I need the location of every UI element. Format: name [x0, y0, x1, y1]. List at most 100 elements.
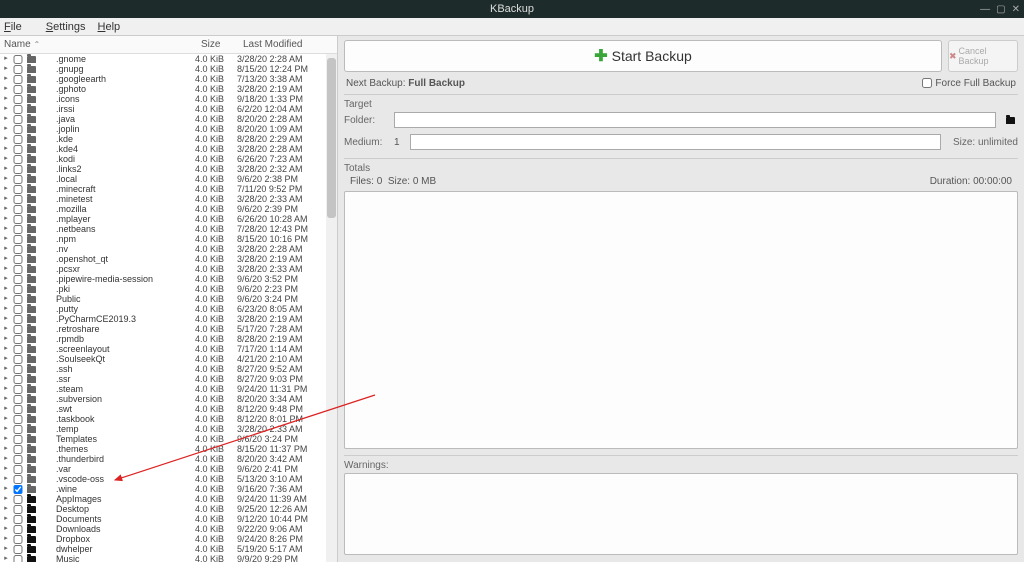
row-checkbox[interactable]	[13, 395, 23, 404]
expand-icon[interactable]: ▸	[2, 164, 10, 174]
tree-row[interactable]: ▸Downloads4.0 KiB9/22/20 9:06 AM	[0, 524, 337, 534]
row-checkbox[interactable]	[13, 415, 23, 424]
row-checkbox[interactable]	[13, 85, 23, 94]
tree-row[interactable]: ▸.gnupg4.0 KiB8/15/20 12:24 PM	[0, 64, 337, 74]
row-checkbox[interactable]	[13, 155, 23, 164]
row-checkbox[interactable]	[13, 535, 23, 544]
tree-row[interactable]: ▸.retroshare4.0 KiB5/17/20 7:28 AM	[0, 324, 337, 334]
row-checkbox[interactable]	[13, 315, 23, 324]
tree-row[interactable]: ▸.vscode-oss4.0 KiB5/13/20 3:10 AM	[0, 474, 337, 484]
tree-row[interactable]: ▸.local4.0 KiB9/6/20 2:38 PM	[0, 174, 337, 184]
tree-row[interactable]: ▸.joplin4.0 KiB8/20/20 1:09 AM	[0, 124, 337, 134]
expand-icon[interactable]: ▸	[2, 254, 10, 264]
expand-icon[interactable]: ▸	[2, 54, 10, 64]
expand-icon[interactable]: ▸	[2, 514, 10, 524]
tree-row[interactable]: ▸Desktop4.0 KiB9/25/20 12:26 AM	[0, 504, 337, 514]
row-checkbox[interactable]	[13, 75, 23, 84]
tree-row[interactable]: ▸.steam4.0 KiB9/24/20 11:31 PM	[0, 384, 337, 394]
row-checkbox[interactable]	[13, 375, 23, 384]
tree-row[interactable]: ▸dwhelper4.0 KiB5/19/20 5:17 AM	[0, 544, 337, 554]
expand-icon[interactable]: ▸	[2, 64, 10, 74]
expand-icon[interactable]: ▸	[2, 294, 10, 304]
row-checkbox[interactable]	[13, 515, 23, 524]
tree-row[interactable]: ▸Public4.0 KiB9/6/20 3:24 PM	[0, 294, 337, 304]
row-checkbox[interactable]	[13, 495, 23, 504]
expand-icon[interactable]: ▸	[2, 344, 10, 354]
tree-row[interactable]: ▸.minecraft4.0 KiB7/11/20 9:52 PM	[0, 184, 337, 194]
tree-row[interactable]: ▸.pcsxr4.0 KiB3/28/20 2:33 AM	[0, 264, 337, 274]
force-full-backup-input[interactable]	[922, 78, 932, 88]
tree-row[interactable]: ▸.kde4.0 KiB8/28/20 2:29 AM	[0, 134, 337, 144]
expand-icon[interactable]: ▸	[2, 324, 10, 334]
tree-row[interactable]: ▸.thunderbird4.0 KiB8/20/20 3:42 AM	[0, 454, 337, 464]
row-checkbox[interactable]	[13, 55, 23, 64]
row-checkbox[interactable]	[13, 405, 23, 414]
row-checkbox[interactable]	[13, 465, 23, 474]
tree-row[interactable]: ▸.SoulseekQt4.0 KiB4/21/20 2:10 AM	[0, 354, 337, 364]
row-checkbox[interactable]	[13, 435, 23, 444]
row-checkbox[interactable]	[13, 475, 23, 484]
col-size[interactable]: Size	[197, 39, 239, 50]
tree-row[interactable]: ▸.java4.0 KiB8/20/20 2:28 AM	[0, 114, 337, 124]
row-checkbox[interactable]	[13, 345, 23, 354]
tree-body[interactable]: ▸.gnome4.0 KiB3/28/20 2:28 AM▸.gnupg4.0 …	[0, 54, 337, 562]
tree-row[interactable]: ▸.rpmdb4.0 KiB8/28/20 2:19 AM	[0, 334, 337, 344]
row-checkbox[interactable]	[13, 485, 23, 494]
expand-icon[interactable]: ▸	[2, 554, 10, 562]
row-checkbox[interactable]	[13, 185, 23, 194]
tree-row[interactable]: ▸.screenlayout4.0 KiB7/17/20 1:14 AM	[0, 344, 337, 354]
scrollbar[interactable]	[326, 54, 337, 562]
expand-icon[interactable]: ▸	[2, 194, 10, 204]
row-checkbox[interactable]	[13, 125, 23, 134]
tree-row[interactable]: ▸.themes4.0 KiB8/15/20 11:37 PM	[0, 444, 337, 454]
tree-row[interactable]: ▸Dropbox4.0 KiB9/24/20 8:26 PM	[0, 534, 337, 544]
expand-icon[interactable]: ▸	[2, 314, 10, 324]
expand-icon[interactable]: ▸	[2, 204, 10, 214]
row-checkbox[interactable]	[13, 265, 23, 274]
tree-row[interactable]: ▸.wine4.0 KiB9/16/20 7:36 AM	[0, 484, 337, 494]
expand-icon[interactable]: ▸	[2, 134, 10, 144]
menu-help[interactable]: Help	[98, 21, 121, 33]
tree-row[interactable]: ▸.pipewire-media-session4.0 KiB9/6/20 3:…	[0, 274, 337, 284]
tree-row[interactable]: ▸.putty4.0 KiB6/23/20 8:05 AM	[0, 304, 337, 314]
row-checkbox[interactable]	[13, 285, 23, 294]
expand-icon[interactable]: ▸	[2, 234, 10, 244]
browse-folder-button[interactable]	[1002, 113, 1018, 127]
expand-icon[interactable]: ▸	[2, 94, 10, 104]
row-checkbox[interactable]	[13, 95, 23, 104]
expand-icon[interactable]: ▸	[2, 244, 10, 254]
row-checkbox[interactable]	[13, 335, 23, 344]
row-checkbox[interactable]	[13, 235, 23, 244]
row-checkbox[interactable]	[13, 425, 23, 434]
row-checkbox[interactable]	[13, 205, 23, 214]
tree-row[interactable]: ▸.icons4.0 KiB9/18/20 1:33 PM	[0, 94, 337, 104]
expand-icon[interactable]: ▸	[2, 364, 10, 374]
folder-input[interactable]	[394, 112, 996, 128]
medium-input[interactable]	[410, 134, 941, 150]
expand-icon[interactable]: ▸	[2, 404, 10, 414]
row-checkbox[interactable]	[13, 555, 23, 562]
expand-icon[interactable]: ▸	[2, 484, 10, 494]
tree-row[interactable]: ▸.swt4.0 KiB8/12/20 9:48 PM	[0, 404, 337, 414]
row-checkbox[interactable]	[13, 65, 23, 74]
expand-icon[interactable]: ▸	[2, 474, 10, 484]
tree-row[interactable]: ▸Documents4.0 KiB9/12/20 10:44 PM	[0, 514, 337, 524]
tree-row[interactable]: ▸.openshot_qt4.0 KiB3/28/20 2:19 AM	[0, 254, 337, 264]
tree-row[interactable]: ▸.ssh4.0 KiB8/27/20 9:52 AM	[0, 364, 337, 374]
row-checkbox[interactable]	[13, 105, 23, 114]
start-backup-button[interactable]: ✚ Start Backup	[344, 40, 942, 72]
tree-row[interactable]: ▸.gnome4.0 KiB3/28/20 2:28 AM	[0, 54, 337, 64]
tree-row[interactable]: ▸.mplayer4.0 KiB6/26/20 10:28 AM	[0, 214, 337, 224]
row-checkbox[interactable]	[13, 225, 23, 234]
expand-icon[interactable]: ▸	[2, 504, 10, 514]
expand-icon[interactable]: ▸	[2, 424, 10, 434]
tree-row[interactable]: ▸.minetest4.0 KiB3/28/20 2:33 AM	[0, 194, 337, 204]
row-checkbox[interactable]	[13, 455, 23, 464]
expand-icon[interactable]: ▸	[2, 494, 10, 504]
row-checkbox[interactable]	[13, 295, 23, 304]
expand-icon[interactable]: ▸	[2, 464, 10, 474]
tree-row[interactable]: ▸.googleearth4.0 KiB7/13/20 3:38 AM	[0, 74, 337, 84]
col-modified[interactable]: Last Modified	[239, 39, 337, 50]
expand-icon[interactable]: ▸	[2, 114, 10, 124]
col-name[interactable]: Name ⌃	[0, 39, 197, 50]
